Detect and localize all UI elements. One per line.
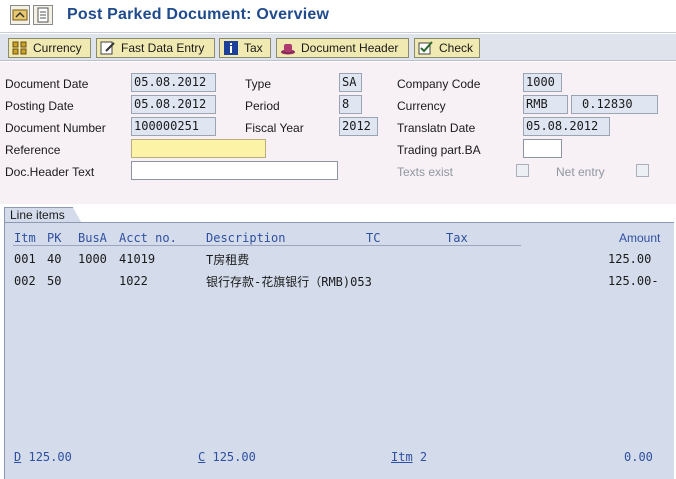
row-amount: 125.00	[608, 252, 652, 266]
document-number-label: Document Number	[5, 121, 106, 135]
credit-value: 125.00	[212, 450, 256, 464]
document-header-label: Document Header	[301, 41, 399, 55]
document-header-section: Document Date 05.08.2012 Posting Date 05…	[0, 62, 676, 204]
type-label: Type	[245, 77, 272, 91]
debit-total[interactable]: D 125.00	[14, 450, 72, 464]
posting-date-label: Posting Date	[5, 99, 74, 113]
texts-exist-checkbox[interactable]	[516, 164, 529, 177]
display-change-icon[interactable]	[10, 5, 30, 25]
exchange-rate-field[interactable]: 0.12830	[571, 95, 658, 114]
item-count-value: 2	[419, 450, 428, 464]
currency-icon	[12, 41, 28, 55]
check-button-label: Check	[439, 41, 474, 55]
document-number-field[interactable]: 100000251	[131, 117, 216, 136]
column-header-tax[interactable]: Tax	[446, 231, 468, 245]
reference-field[interactable]	[131, 139, 266, 158]
document-date-field[interactable]: 05.08.2012	[131, 73, 216, 92]
posting-date-field[interactable]: 05.08.2012	[131, 95, 216, 114]
info-icon	[223, 41, 239, 55]
document-date-label: Document Date	[5, 77, 89, 91]
row-acct: 1022	[119, 274, 148, 288]
doc-header-text-field[interactable]	[131, 161, 338, 180]
row-itm: 002	[14, 274, 36, 288]
tax-button-label: Tax	[244, 41, 263, 55]
column-header-tc[interactable]: TC	[366, 231, 380, 245]
column-header-pk[interactable]: PK	[47, 231, 61, 245]
check-button[interactable]: Check	[414, 38, 480, 58]
line-items-table: Itm PK BusA Acct no. Description TC Tax …	[4, 222, 674, 479]
trading-partner-field[interactable]	[523, 139, 562, 158]
check-icon	[418, 41, 434, 55]
title-icons	[10, 5, 53, 25]
row-busa: 1000	[78, 252, 107, 266]
credit-label: C	[198, 450, 206, 464]
tax-button[interactable]: Tax	[219, 38, 271, 58]
column-header-busa[interactable]: BusA	[78, 231, 107, 245]
currency-button-label: Currency	[33, 41, 82, 55]
document-icon[interactable]	[33, 5, 53, 25]
currency-label: Currency	[397, 99, 446, 113]
hat-icon	[280, 41, 296, 55]
item-count[interactable]: Itm 2	[391, 450, 427, 464]
column-header-description[interactable]: Description	[206, 231, 285, 245]
column-header-itm[interactable]: Itm	[14, 231, 36, 245]
credit-total[interactable]: C 125.00	[198, 450, 256, 464]
document-header-button[interactable]: Document Header	[276, 38, 409, 58]
fast-data-entry-label: Fast Data Entry	[121, 41, 205, 55]
company-code-label: Company Code	[397, 77, 481, 91]
row-amount: 125.00-	[608, 274, 659, 288]
doc-header-text-label: Doc.Header Text	[5, 165, 95, 179]
translation-date-label: Translatn Date	[397, 121, 476, 135]
debit-value: 125.00	[28, 450, 72, 464]
application-toolbar: Currency Fast Data Entry Tax Document He…	[0, 34, 676, 61]
row-description: 银行存款-花旗银行（RMB)053	[206, 275, 372, 289]
period-field[interactable]: 8	[339, 95, 362, 114]
edit-icon	[100, 41, 116, 55]
type-field[interactable]: SA	[339, 73, 362, 92]
row-description: T房租费	[206, 253, 250, 267]
item-count-label: Itm	[391, 450, 413, 464]
row-itm: 001	[14, 252, 36, 266]
header-divider	[13, 245, 521, 246]
page-title: Post Parked Document: Overview	[67, 6, 330, 23]
texts-exist-label: Texts exist	[397, 165, 454, 179]
net-entry-label: Net entry	[556, 165, 605, 179]
trading-partner-label: Trading part.BA	[397, 143, 481, 157]
fiscal-year-field[interactable]: 2012	[339, 117, 378, 136]
column-header-amount[interactable]: Amount	[619, 231, 660, 245]
fast-data-entry-button[interactable]: Fast Data Entry	[96, 38, 215, 58]
tab-line-items[interactable]: Line items	[4, 207, 82, 223]
currency-field[interactable]: RMB	[523, 95, 568, 114]
reference-label: Reference	[5, 143, 61, 157]
balance-value: 0.00	[624, 450, 653, 464]
column-header-acct-no[interactable]: Acct no.	[119, 231, 177, 245]
net-entry-checkbox[interactable]	[636, 164, 649, 177]
period-label: Period	[245, 99, 280, 113]
fiscal-year-label: Fiscal Year	[245, 121, 304, 135]
currency-button[interactable]: Currency	[8, 38, 91, 58]
translation-date-field[interactable]: 05.08.2012	[523, 117, 610, 136]
row-pk: 50	[47, 274, 62, 288]
title-bar: Post Parked Document: Overview	[0, 0, 676, 33]
row-pk: 40	[47, 252, 62, 266]
debit-label: D	[14, 450, 22, 464]
company-code-field[interactable]: 1000	[523, 73, 562, 92]
row-acct: 41019	[119, 252, 156, 266]
